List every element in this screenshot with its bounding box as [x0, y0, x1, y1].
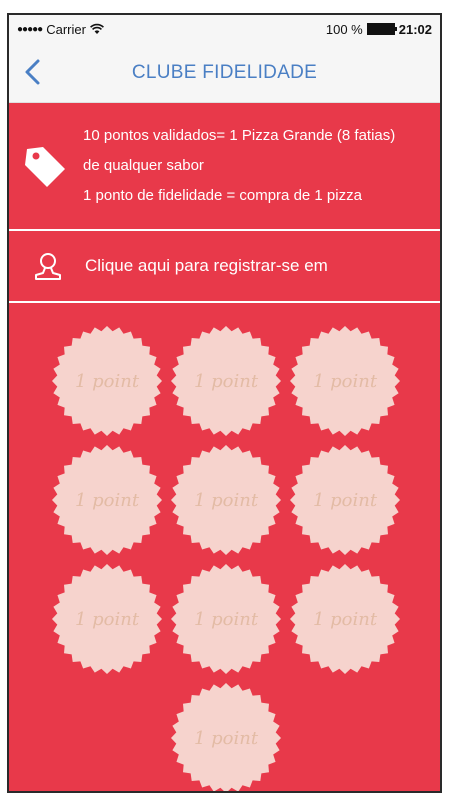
point-stamp[interactable]: 1 point: [170, 682, 282, 791]
points-grid: 1 point 1 point 1 point 1 point 1 point …: [9, 303, 440, 791]
point-stamp[interactable]: 1 point: [289, 563, 401, 675]
info-line-2: de qualquer sabor: [83, 157, 204, 174]
signal-icon: ●●●●●: [17, 23, 43, 35]
point-label: 1 point: [74, 489, 140, 511]
point-label: 1 point: [312, 608, 378, 630]
user-icon: [35, 253, 61, 280]
point-label: 1 point: [193, 727, 259, 749]
point-stamp[interactable]: 1 point: [170, 444, 282, 556]
point-stamp[interactable]: 1 point: [289, 325, 401, 437]
clock: 21:02: [398, 21, 432, 37]
point-label: 1 point: [193, 370, 259, 392]
phone-frame: ●●●●● Carrier 100 % 21:02 CLUBE FIDELIDA…: [7, 13, 442, 793]
battery-percent: 100 %: [325, 21, 363, 37]
info-line-1: 10 pontos validados= 1 Pizza Grande (8 f…: [83, 127, 396, 144]
point-label: 1 point: [312, 489, 378, 511]
carrier-label: Carrier: [46, 21, 86, 37]
point-stamp[interactable]: 1 point: [170, 325, 282, 437]
point-stamp[interactable]: 1 point: [289, 444, 401, 556]
chevron-left-icon[interactable]: [19, 57, 49, 87]
nav-bar: CLUBE FIDELIDADE: [9, 43, 440, 103]
point-label: 1 point: [74, 608, 140, 630]
point-label: 1 point: [193, 489, 259, 511]
point-stamp[interactable]: 1 point: [51, 563, 163, 675]
wifi-icon: [89, 23, 104, 34]
point-label: 1 point: [74, 370, 140, 392]
register-label: Clique aqui para registrar-se em: [85, 256, 328, 275]
info-line-3: 1 ponto de fidelidade = compra de 1 pizz…: [83, 187, 362, 204]
point-label: 1 point: [312, 370, 378, 392]
point-stamp[interactable]: 1 point: [51, 444, 163, 556]
point-stamp[interactable]: 1 point: [51, 325, 163, 437]
register-row[interactable]: Clique aqui para registrar-se em: [9, 231, 440, 303]
point-label: 1 point: [193, 608, 259, 630]
battery-icon: [366, 23, 397, 35]
point-stamp[interactable]: 1 point: [170, 563, 282, 675]
info-section: 10 pontos validados= 1 Pizza Grande (8 f…: [9, 103, 440, 231]
page-title: CLUBE FIDELIDADE: [131, 61, 318, 83]
status-bar: ●●●●● Carrier 100 % 21:02: [9, 15, 440, 43]
tag-icon: [25, 147, 65, 187]
